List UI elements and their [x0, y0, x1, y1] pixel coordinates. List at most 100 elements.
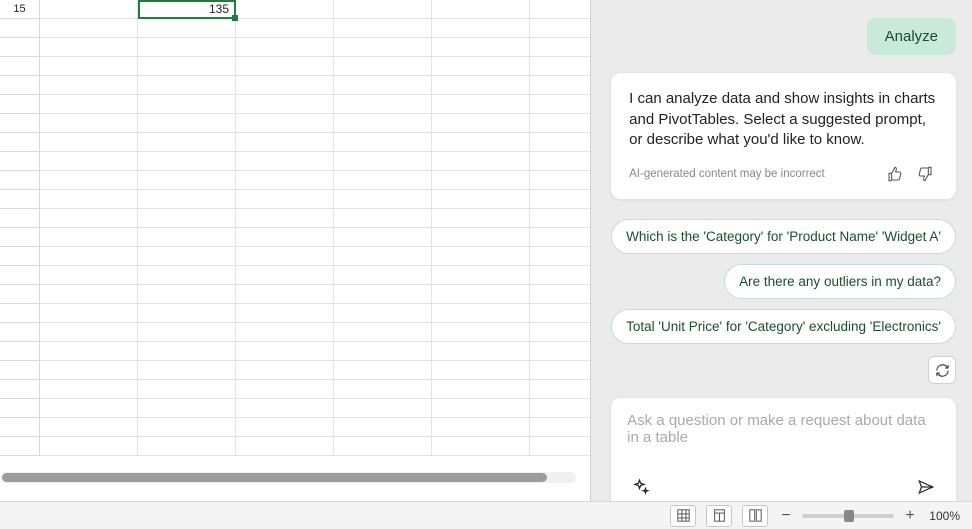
cell[interactable]	[334, 361, 432, 380]
cell[interactable]	[40, 152, 138, 171]
horizontal-scrollbar[interactable]	[1, 472, 576, 483]
row-header[interactable]	[0, 19, 40, 38]
blank-row[interactable]	[0, 228, 590, 247]
blank-row[interactable]	[0, 361, 590, 380]
blank-row[interactable]	[0, 323, 590, 342]
row-header[interactable]	[0, 418, 40, 437]
cell[interactable]	[530, 133, 591, 152]
cell[interactable]	[138, 76, 236, 95]
sparkle-button[interactable]	[627, 473, 655, 501]
blank-row[interactable]	[0, 285, 590, 304]
cell[interactable]	[432, 228, 530, 247]
cell[interactable]	[236, 228, 334, 247]
cell[interactable]	[138, 380, 236, 399]
suggestion-1[interactable]: Which is the 'Category' for 'Product Nam…	[611, 219, 956, 254]
cell[interactable]	[236, 133, 334, 152]
cell[interactable]	[530, 19, 591, 38]
cell[interactable]	[334, 114, 432, 133]
cell[interactable]	[432, 38, 530, 57]
cell[interactable]	[432, 285, 530, 304]
cell[interactable]	[432, 380, 530, 399]
cell[interactable]	[334, 38, 432, 57]
cell[interactable]	[530, 418, 591, 437]
cell[interactable]	[530, 437, 591, 456]
cell[interactable]	[432, 114, 530, 133]
cell[interactable]	[138, 133, 236, 152]
cell[interactable]	[432, 323, 530, 342]
row-15[interactable]: 15 135	[0, 0, 590, 19]
view-page-break-button[interactable]	[742, 505, 768, 527]
blank-row[interactable]	[0, 418, 590, 437]
blank-row[interactable]	[0, 76, 590, 95]
cell[interactable]	[236, 209, 334, 228]
cell[interactable]	[40, 57, 138, 76]
cell[interactable]	[432, 57, 530, 76]
cell[interactable]	[138, 247, 236, 266]
cell[interactable]	[334, 323, 432, 342]
cell[interactable]	[236, 361, 334, 380]
cell[interactable]	[334, 437, 432, 456]
blank-row[interactable]	[0, 437, 590, 456]
cell[interactable]	[138, 228, 236, 247]
cell[interactable]	[138, 190, 236, 209]
row-header[interactable]	[0, 190, 40, 209]
cell[interactable]	[138, 57, 236, 76]
cell[interactable]	[530, 399, 591, 418]
cell[interactable]	[334, 95, 432, 114]
zoom-out-button[interactable]: −	[778, 508, 794, 524]
row-header[interactable]	[0, 114, 40, 133]
row-header[interactable]	[0, 209, 40, 228]
cell[interactable]	[530, 380, 591, 399]
cell[interactable]	[432, 247, 530, 266]
thumbs-down-button[interactable]	[912, 161, 938, 187]
cell[interactable]	[138, 418, 236, 437]
cell[interactable]	[236, 399, 334, 418]
cell[interactable]	[432, 95, 530, 114]
cell[interactable]	[334, 304, 432, 323]
row-header[interactable]	[0, 380, 40, 399]
blank-row[interactable]	[0, 171, 590, 190]
row-header[interactable]	[0, 323, 40, 342]
blank-row[interactable]	[0, 133, 590, 152]
cell[interactable]	[236, 152, 334, 171]
cell[interactable]	[432, 152, 530, 171]
cell[interactable]	[432, 361, 530, 380]
cell[interactable]	[530, 114, 591, 133]
cell[interactable]	[530, 190, 591, 209]
cell[interactable]	[432, 266, 530, 285]
cell[interactable]	[530, 38, 591, 57]
cell-a15[interactable]	[40, 0, 138, 19]
cell[interactable]	[138, 304, 236, 323]
cell[interactable]	[40, 285, 138, 304]
cell[interactable]	[432, 19, 530, 38]
blank-row[interactable]	[0, 38, 590, 57]
cell[interactable]	[40, 304, 138, 323]
cell[interactable]	[40, 380, 138, 399]
cell[interactable]	[236, 285, 334, 304]
cell[interactable]	[334, 228, 432, 247]
cell[interactable]	[236, 0, 334, 19]
cell[interactable]	[530, 247, 591, 266]
cell[interactable]	[138, 19, 236, 38]
scroll-thumb[interactable]	[2, 473, 547, 482]
cell[interactable]	[530, 304, 591, 323]
cell[interactable]	[138, 266, 236, 285]
cell[interactable]	[40, 95, 138, 114]
cell[interactable]	[530, 57, 591, 76]
cell[interactable]	[40, 399, 138, 418]
blank-row[interactable]	[0, 95, 590, 114]
cell[interactable]	[138, 342, 236, 361]
cell[interactable]	[334, 380, 432, 399]
cell[interactable]	[530, 228, 591, 247]
view-normal-button[interactable]	[670, 505, 696, 527]
cell[interactable]	[138, 437, 236, 456]
zoom-slider-thumb[interactable]	[844, 510, 854, 522]
cell[interactable]	[40, 418, 138, 437]
cell[interactable]	[236, 247, 334, 266]
cell[interactable]	[432, 209, 530, 228]
cell[interactable]	[40, 76, 138, 95]
cell[interactable]	[236, 418, 334, 437]
cell[interactable]	[334, 133, 432, 152]
cell[interactable]	[40, 323, 138, 342]
cell[interactable]	[236, 323, 334, 342]
